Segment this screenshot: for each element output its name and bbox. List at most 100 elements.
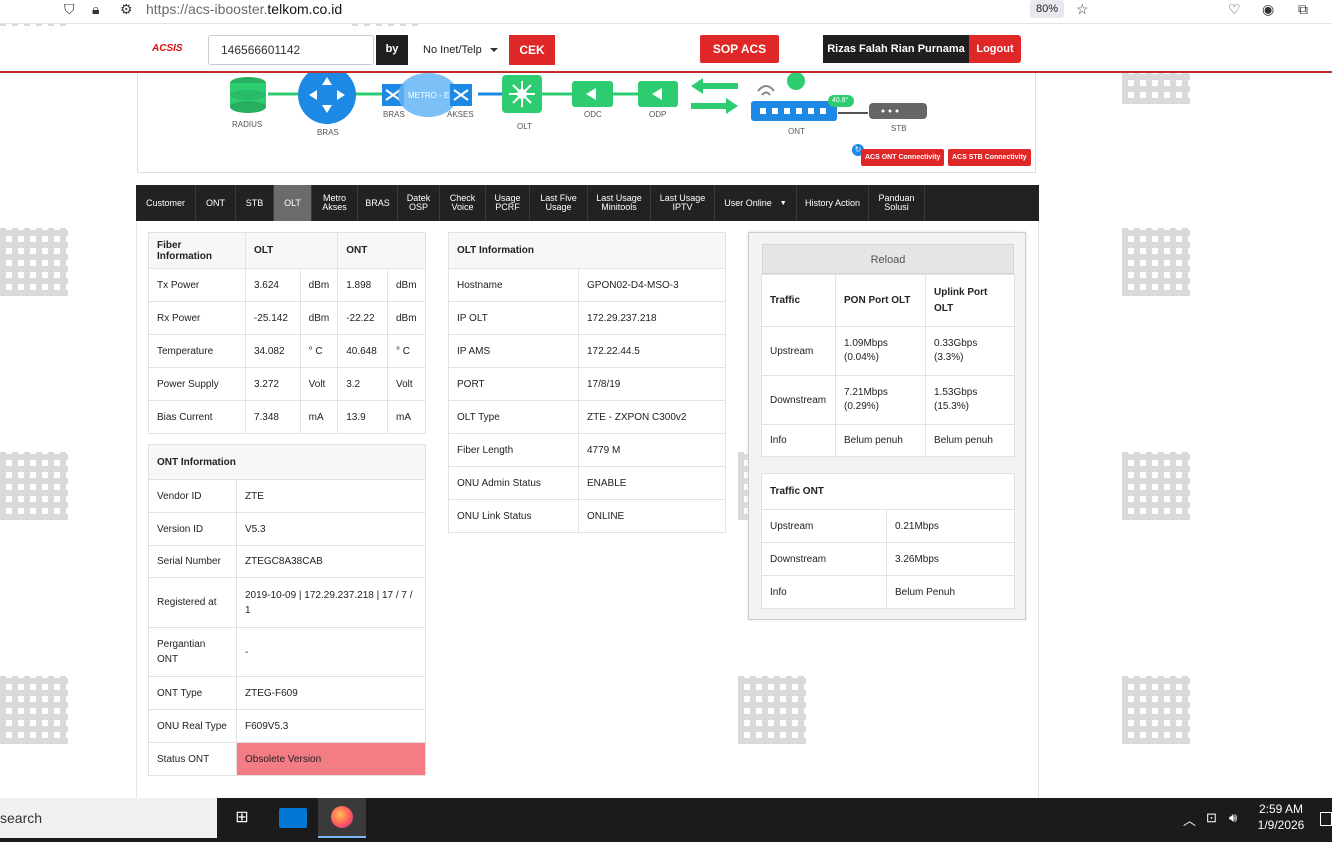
stb-label: STB (891, 124, 907, 133)
permissions-icon[interactable]: ⚙ (120, 1, 133, 18)
row-label: Bias Current (148, 400, 246, 434)
watermark-pattern (0, 228, 68, 296)
cell: dBm (299, 301, 339, 335)
sop-acs-button[interactable]: SOP ACS (700, 35, 779, 63)
cell: 40.648 (337, 334, 388, 368)
clock[interactable]: 2:59 AM 1/9/2026 (1256, 801, 1306, 833)
row-label: Tx Power (148, 268, 246, 302)
star-icon[interactable]: ☆ (1076, 1, 1089, 18)
app-logo[interactable]: ACSIS (152, 43, 183, 54)
tab-panduan-solusi[interactable]: Panduan Solusi (869, 185, 925, 221)
row-label: ONU Real Type (148, 709, 237, 743)
notification-icon[interactable] (1320, 812, 1332, 826)
shield-icon[interactable]: ⛉ (64, 1, 75, 18)
cell: - (236, 627, 426, 677)
bras-switch-label: BRAS (383, 110, 405, 119)
tab-datek-osp[interactable]: Datek OSP (398, 185, 440, 221)
cell: 0.21Mbps (886, 509, 1015, 543)
app-header: ACSIS 146566601142 by No Inet/Telp CEK S… (0, 26, 1332, 73)
tab-check-voice[interactable]: Check Voice (440, 185, 486, 221)
olt-header: OLT (244, 232, 339, 269)
tab-last-five-usage[interactable]: Last Five Usage (530, 185, 588, 221)
row-label: ONU Admin Status (448, 466, 579, 500)
taskbar-search[interactable]: search (0, 798, 217, 838)
taskbar: search ⊞ ︿ ⊡ 🔊︎ 2:59 AM 1/9/2026 (0, 798, 1332, 842)
tab-history-action[interactable]: History Action (797, 185, 869, 221)
ont-label: ONT (788, 127, 805, 136)
extensions-icon[interactable]: ⧉ (1298, 1, 1308, 18)
ont-info-title: ONT Information (148, 444, 426, 480)
cell: 1.898 (337, 268, 388, 302)
globe-icon (787, 73, 805, 90)
ont-info-table: ONT Information Vendor ID ZTE Version ID V… (148, 444, 426, 776)
tab-metro-akses[interactable]: Metro Akses (312, 185, 358, 221)
acs-stb-connectivity-button[interactable]: ACS STB Connectivity (948, 149, 1031, 166)
url-text[interactable]: https://acs-ibooster.telkom.co.id (146, 1, 342, 17)
lock-icon[interactable]: 🔒︎ (92, 1, 99, 18)
cell: Volt (387, 367, 426, 401)
cell: 1.53Gbps (15.3%) (925, 375, 1015, 425)
radius-db-icon (230, 77, 266, 113)
cell: dBm (387, 301, 426, 335)
tab-user-online[interactable]: User Online ▼ (715, 185, 797, 221)
reload-button[interactable]: Reload (762, 244, 1014, 274)
volume-icon[interactable]: 🔊︎ (1229, 810, 1237, 826)
task-view-icon[interactable]: ⊞ (228, 806, 256, 830)
tab-last-usage-iptv[interactable]: Last Usage IPTV (651, 185, 715, 221)
by-label: by (376, 35, 408, 65)
account-icon[interactable]: ◉ (1262, 1, 1274, 18)
search-type-select[interactable]: No Inet/Telp (414, 35, 508, 65)
cell: ZTEG-F609 (236, 676, 426, 710)
pocket-icon[interactable]: ♡ (1228, 1, 1241, 18)
cek-button[interactable]: CEK (509, 35, 555, 65)
cell: Belum penuh (835, 424, 926, 457)
user-name: Rizas Falah Rian Purnama (823, 35, 969, 63)
cell: 2019-10-09 | 172.29.237.218 | 17 / 7 / 1 (236, 577, 426, 628)
zoom-indicator[interactable]: 80% (1030, 0, 1064, 18)
tab-stb[interactable]: STB (236, 185, 274, 221)
row-label: Pergantian ONT (148, 627, 237, 677)
tab-bras[interactable]: BRAS (358, 185, 398, 221)
cell: Volt (299, 367, 339, 401)
cell: ° C (387, 334, 426, 368)
cell: 17/8/19 (578, 367, 726, 401)
row-label: Downstream (761, 375, 836, 425)
uplink-port-header: Uplink Port OLT (925, 274, 1015, 327)
fiber-info-table: Fiber Information OLT ONT Tx Power 3.624 d… (148, 232, 426, 434)
row-label: OLT Type (448, 400, 579, 434)
acs-ont-connectivity-button[interactable]: ACS ONT Connectivity (861, 149, 945, 166)
firefox-icon[interactable] (318, 798, 366, 838)
row-label: Rx Power (148, 301, 246, 335)
chevron-down-icon: ▼ (779, 199, 787, 207)
radius-label: RADIUS (232, 120, 263, 129)
akses-label: AKSES (447, 110, 474, 119)
tab-ont[interactable]: ONT (196, 185, 236, 221)
cell: dBm (299, 268, 339, 302)
banner-decoration (690, 0, 940, 14)
network-icon[interactable]: ⊡ (1206, 810, 1217, 826)
row-label: Fiber Length (448, 433, 579, 467)
tab-customer[interactable]: Customer (136, 185, 196, 221)
cell: ENABLE (578, 466, 726, 500)
row-label: Upstream (761, 326, 836, 376)
traffic-ont-title: Traffic ONT (761, 473, 1015, 510)
row-label: Info (761, 424, 836, 457)
mail-icon[interactable] (279, 808, 307, 828)
chevron-up-icon[interactable]: ︿ (1183, 810, 1196, 829)
row-label: Upstream (761, 509, 887, 543)
network-topology: RADIUS BRAS BRAS METRO - E AKSES OLT ODC… (137, 73, 1036, 173)
cell: GPON02-D4-MSO-3 (578, 268, 726, 302)
status-badge: Obsolete Version (236, 742, 426, 776)
row-label: Power Supply (148, 367, 246, 401)
tab-last-usage-minitools[interactable]: Last Usage Minitools (588, 185, 651, 221)
cell: Belum Penuh (886, 575, 1015, 609)
tab-usage-pcrf[interactable]: Usage PCRF (486, 185, 530, 221)
cell: 3.2 (337, 367, 388, 401)
search-input[interactable]: 146566601142 (208, 35, 374, 65)
logout-button[interactable]: Logout (969, 35, 1021, 63)
odc-label: ODC (584, 110, 602, 119)
cell: ZTE (236, 479, 426, 513)
cell: ONLINE (578, 499, 726, 533)
tab-olt[interactable]: OLT (274, 185, 312, 221)
cell: ZTE - ZXPON C300v2 (578, 400, 726, 434)
